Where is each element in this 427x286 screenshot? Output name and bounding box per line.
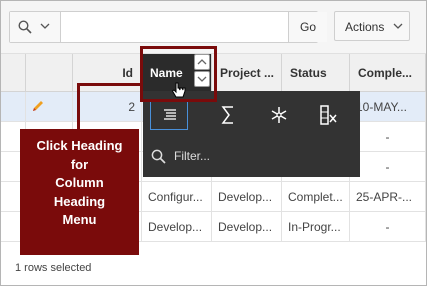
- hide-column-button[interactable]: [309, 100, 347, 130]
- cell-project: Develop...: [212, 182, 282, 212]
- callout-line: Heading: [53, 193, 106, 209]
- control-break-button[interactable]: [150, 100, 188, 130]
- freeze-icon: [271, 107, 287, 123]
- aggregate-button[interactable]: [209, 100, 247, 130]
- selection-status: 1 rows selected: [15, 262, 92, 274]
- cell-completed: -: [350, 152, 426, 182]
- search-bar: Go: [9, 11, 327, 43]
- header-actions: [26, 54, 73, 92]
- go-button[interactable]: Go: [288, 12, 327, 42]
- cell-completed: -: [350, 122, 426, 152]
- callout-box: Click Heading for Column Heading Menu: [20, 129, 139, 255]
- column-header-completed[interactable]: Comple...: [350, 54, 426, 92]
- actions-menu-button[interactable]: Actions: [334, 11, 410, 41]
- chevron-down-icon: [393, 23, 403, 29]
- cell-completed: 10-MAY...: [350, 92, 426, 122]
- header-selector: [1, 54, 26, 92]
- cell-status: Complet...: [282, 182, 350, 212]
- hide-column-icon: [320, 105, 337, 125]
- search-input[interactable]: [62, 12, 284, 42]
- sum-icon: [221, 106, 233, 124]
- column-header-id[interactable]: Id: [73, 54, 142, 92]
- column-header-project[interactable]: Project ...: [212, 54, 282, 92]
- row-selector[interactable]: [1, 92, 26, 122]
- column-heading-menu: Filter...: [143, 91, 360, 177]
- cell-completed: 25-APR-...: [350, 182, 426, 212]
- column-filter-field[interactable]: Filter...: [149, 145, 354, 169]
- callout-line: Click Heading: [36, 138, 123, 153]
- hand-pointer-icon: [171, 82, 186, 98]
- chevron-down-icon: [40, 23, 50, 29]
- align-left-icon: [164, 109, 176, 120]
- interactive-grid: Go Actions Id Name Project ... Status Co…: [0, 0, 427, 286]
- cell-status: In-Progr...: [282, 212, 350, 242]
- search-icon: [151, 149, 166, 164]
- callout-line: Menu: [62, 212, 97, 227]
- actions-label: Actions: [345, 20, 385, 34]
- cell-project: Develop...: [212, 212, 282, 242]
- filter-placeholder: Filter...: [174, 149, 211, 163]
- edit-row-cell[interactable]: [26, 92, 73, 122]
- search-column-menu-button[interactable]: [10, 12, 61, 42]
- pencil-icon[interactable]: [30, 98, 46, 114]
- callout-connector: [77, 83, 142, 86]
- search-icon: [18, 20, 32, 34]
- freeze-button[interactable]: [260, 100, 298, 130]
- cell-completed: -: [350, 212, 426, 242]
- callout-line: Column: [55, 175, 104, 190]
- cell-name: Configur...: [142, 182, 212, 212]
- cell-name: Develop...: [142, 212, 212, 242]
- callout-line: for: [70, 156, 89, 172]
- cell-id: 2: [73, 92, 142, 122]
- column-header-status[interactable]: Status: [282, 54, 350, 92]
- callout-connector: [77, 83, 80, 131]
